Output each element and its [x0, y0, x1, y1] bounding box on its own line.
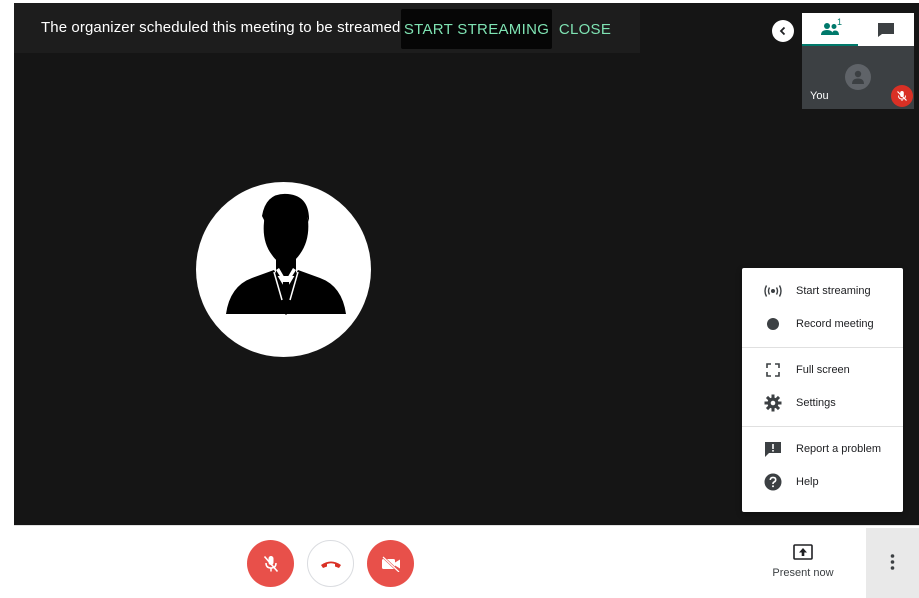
person-silhouette-icon	[226, 193, 346, 315]
present-now-label: Present now	[772, 567, 834, 579]
camera-toggle-button[interactable]	[367, 540, 414, 587]
collapse-panel-button[interactable]	[772, 20, 794, 42]
self-avatar	[845, 64, 871, 90]
present-now-button[interactable]: Present now	[768, 542, 838, 584]
tab-people[interactable]: 1	[802, 13, 858, 46]
menu-item-settings[interactable]: Settings	[742, 387, 903, 419]
fullscreen-icon	[762, 359, 784, 381]
self-video-tile[interactable]: You	[802, 46, 914, 109]
mic-off-icon	[263, 555, 278, 572]
present-screen-icon	[793, 544, 813, 560]
hang-up-button[interactable]	[307, 540, 354, 587]
menu-item-report-problem[interactable]: Report a problem	[742, 433, 903, 465]
self-label: You	[810, 90, 829, 102]
menu-item-help[interactable]: Help	[742, 466, 903, 498]
feedback-icon	[762, 438, 784, 460]
start-streaming-button[interactable]: START STREAMING	[401, 9, 552, 49]
person-icon	[852, 70, 864, 84]
menu-divider	[742, 426, 903, 427]
menu-item-label: Help	[796, 476, 819, 488]
close-banner-button[interactable]: CLOSE	[554, 9, 616, 49]
menu-item-label: Start streaming	[796, 285, 871, 297]
camera-off-icon	[381, 555, 400, 572]
hang-up-icon	[320, 561, 341, 568]
menu-item-full-screen[interactable]: Full screen	[742, 354, 903, 386]
help-icon	[762, 471, 784, 493]
record-icon	[762, 313, 784, 335]
participant-avatar	[196, 182, 371, 357]
menu-item-label: Settings	[796, 397, 836, 409]
menu-item-start-streaming[interactable]: Start streaming	[742, 275, 903, 307]
side-panel-tabs: 1	[802, 13, 914, 46]
chat-icon	[878, 22, 894, 37]
banner-message: The organizer scheduled this meeting to …	[41, 19, 401, 36]
microphone-toggle-button[interactable]	[247, 540, 294, 587]
menu-item-label: Record meeting	[796, 318, 874, 330]
self-mic-muted-indicator	[891, 85, 913, 107]
tab-chat[interactable]	[858, 13, 914, 46]
menu-item-label: Report a problem	[796, 443, 881, 455]
more-options-menu: Start streaming Record meeting Full scre…	[742, 268, 903, 512]
mic-off-icon	[897, 91, 907, 101]
menu-item-record-meeting[interactable]: Record meeting	[742, 308, 903, 340]
more-options-button[interactable]	[866, 528, 919, 598]
menu-divider	[742, 347, 903, 348]
chevron-left-icon	[779, 26, 786, 36]
more-vertical-icon	[890, 554, 895, 570]
broadcast-icon	[762, 280, 784, 302]
people-count-badge: 1	[837, 17, 843, 27]
gear-icon	[762, 392, 784, 414]
menu-item-label: Full screen	[796, 364, 850, 376]
streaming-banner: The organizer scheduled this meeting to …	[14, 3, 640, 53]
